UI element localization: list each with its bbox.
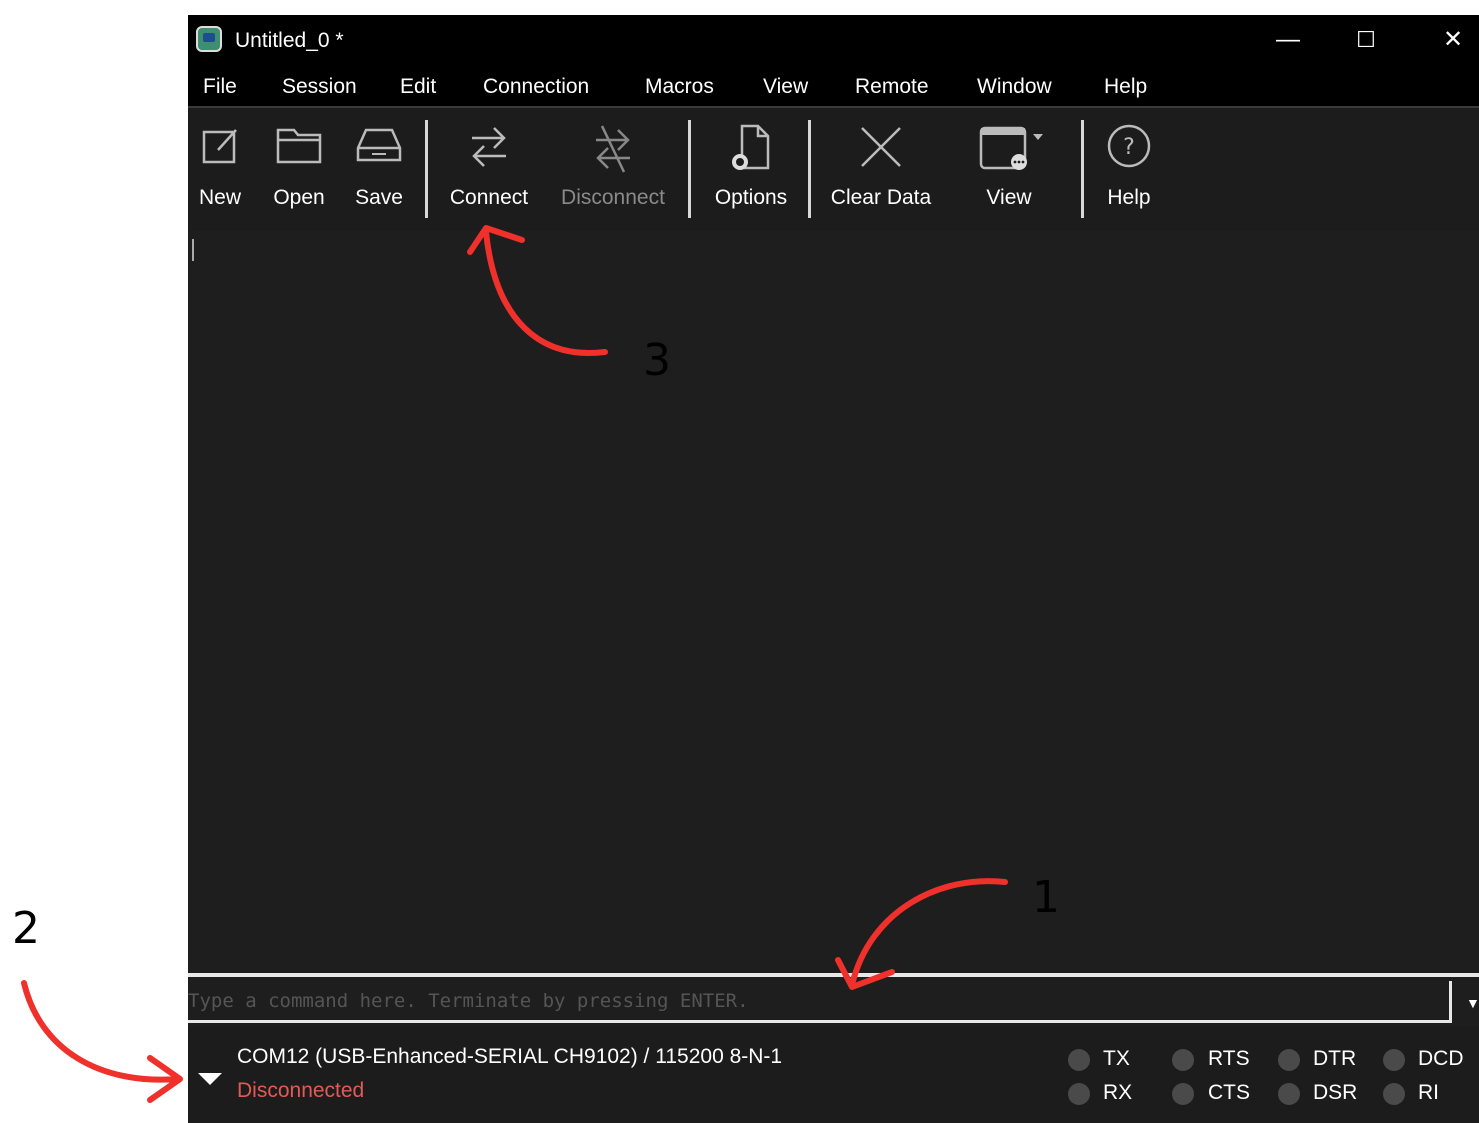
connect-arrows-icon bbox=[472, 127, 506, 167]
title-bar: Untitled_0 * — ☐ ✕ bbox=[188, 15, 1479, 67]
minimize-button[interactable]: — bbox=[1273, 25, 1303, 55]
clear-data-button[interactable]: Clear Data bbox=[824, 108, 938, 228]
menu-session[interactable]: Session bbox=[282, 75, 357, 99]
menu-help[interactable]: Help bbox=[1104, 75, 1147, 99]
save-label: Save bbox=[355, 186, 403, 209]
disconnect-icon bbox=[596, 125, 630, 173]
connect-button[interactable]: Connect bbox=[441, 108, 537, 228]
disconnect-label: Disconnect bbox=[561, 186, 665, 209]
rts-label: RTS bbox=[1208, 1047, 1250, 1070]
dsr-led-icon bbox=[1278, 1083, 1300, 1105]
toolbar-separator bbox=[688, 120, 691, 218]
menu-macros[interactable]: Macros bbox=[645, 75, 714, 99]
view-label: View bbox=[986, 186, 1032, 209]
rx-label: RX bbox=[1103, 1081, 1133, 1104]
connect-label: Connect bbox=[449, 186, 529, 209]
terminal-output[interactable] bbox=[188, 231, 1479, 973]
folder-icon bbox=[276, 128, 322, 164]
text-caret bbox=[192, 239, 194, 261]
cts-label: CTS bbox=[1208, 1081, 1250, 1104]
menu-file[interactable]: File bbox=[203, 75, 237, 99]
command-input[interactable] bbox=[188, 981, 1452, 1023]
menu-remote[interactable]: Remote bbox=[855, 75, 929, 99]
menu-window[interactable]: Window bbox=[977, 75, 1052, 99]
disconnect-button[interactable]: Disconnect bbox=[554, 108, 672, 228]
help-label: Help bbox=[1107, 186, 1151, 209]
new-button[interactable]: New bbox=[190, 108, 250, 228]
menu-edit[interactable]: Edit bbox=[400, 75, 436, 99]
dcd-label: DCD bbox=[1418, 1047, 1464, 1070]
close-button[interactable]: ✕ bbox=[1438, 25, 1468, 55]
annotation-label-2: 2 bbox=[12, 903, 40, 954]
terminal-window: Untitled_0 * — ☐ ✕ File Session Edit Con… bbox=[188, 15, 1479, 1123]
menu-bar: File Session Edit Connection Macros View… bbox=[188, 71, 1479, 105]
clear-x-icon bbox=[861, 127, 901, 167]
help-question-icon: ? bbox=[1107, 124, 1151, 168]
toolbar-separator bbox=[808, 120, 811, 218]
dtr-label: DTR bbox=[1313, 1047, 1357, 1070]
help-button[interactable]: ? Help bbox=[1096, 108, 1162, 228]
command-row: ▼ bbox=[188, 973, 1479, 1027]
status-bar: COM12 (USB-Enhanced-SERIAL CH9102) / 115… bbox=[188, 1027, 1479, 1123]
menu-connection[interactable]: Connection bbox=[483, 75, 589, 99]
menu-view[interactable]: View bbox=[763, 75, 808, 99]
annotation-label-1: 1 bbox=[1032, 872, 1060, 923]
options-label: Options bbox=[714, 186, 788, 209]
command-history-dropdown-icon[interactable]: ▼ bbox=[1466, 995, 1479, 1011]
rts-led-icon bbox=[1172, 1049, 1194, 1071]
options-document-gear-icon bbox=[732, 124, 770, 170]
annotation-arrow-2 bbox=[21, 980, 181, 1083]
maximize-button[interactable]: ☐ bbox=[1351, 25, 1381, 55]
new-label: New bbox=[198, 186, 241, 209]
rx-led-icon bbox=[1068, 1083, 1090, 1105]
cts-led-icon bbox=[1172, 1083, 1194, 1105]
toolbar-separator bbox=[425, 120, 428, 218]
view-button[interactable]: View bbox=[964, 108, 1054, 228]
status-expand-arrow-icon[interactable] bbox=[198, 1073, 222, 1085]
clear-data-label: Clear Data bbox=[830, 186, 932, 209]
dtr-led-icon bbox=[1278, 1049, 1300, 1071]
connection-status: Disconnected bbox=[237, 1079, 365, 1102]
open-button[interactable]: Open bbox=[266, 108, 332, 228]
toolbar-separator bbox=[1081, 120, 1084, 218]
save-drive-icon bbox=[356, 128, 402, 162]
tx-led-icon bbox=[1068, 1049, 1090, 1071]
annotation-label-3: 3 bbox=[643, 335, 671, 386]
svg-text:?: ? bbox=[1123, 135, 1135, 160]
port-info: COM12 (USB-Enhanced-SERIAL CH9102) / 115… bbox=[237, 1045, 783, 1068]
dcd-led-icon bbox=[1383, 1049, 1405, 1071]
options-button[interactable]: Options bbox=[706, 108, 796, 228]
open-label: Open bbox=[273, 186, 325, 209]
annotation-arrowhead-2 bbox=[147, 1055, 183, 1103]
save-button[interactable]: Save bbox=[348, 108, 410, 228]
window-title: Untitled_0 * bbox=[235, 29, 344, 52]
dsr-label: DSR bbox=[1313, 1081, 1358, 1104]
view-window-icon bbox=[979, 126, 1043, 170]
ri-led-icon bbox=[1383, 1083, 1405, 1105]
toolbar: New Open Save Connect Disconnect Options… bbox=[188, 106, 1479, 240]
ri-label: RI bbox=[1418, 1081, 1439, 1104]
app-icon bbox=[196, 26, 222, 52]
tx-label: TX bbox=[1103, 1047, 1130, 1070]
new-file-icon bbox=[202, 129, 237, 164]
